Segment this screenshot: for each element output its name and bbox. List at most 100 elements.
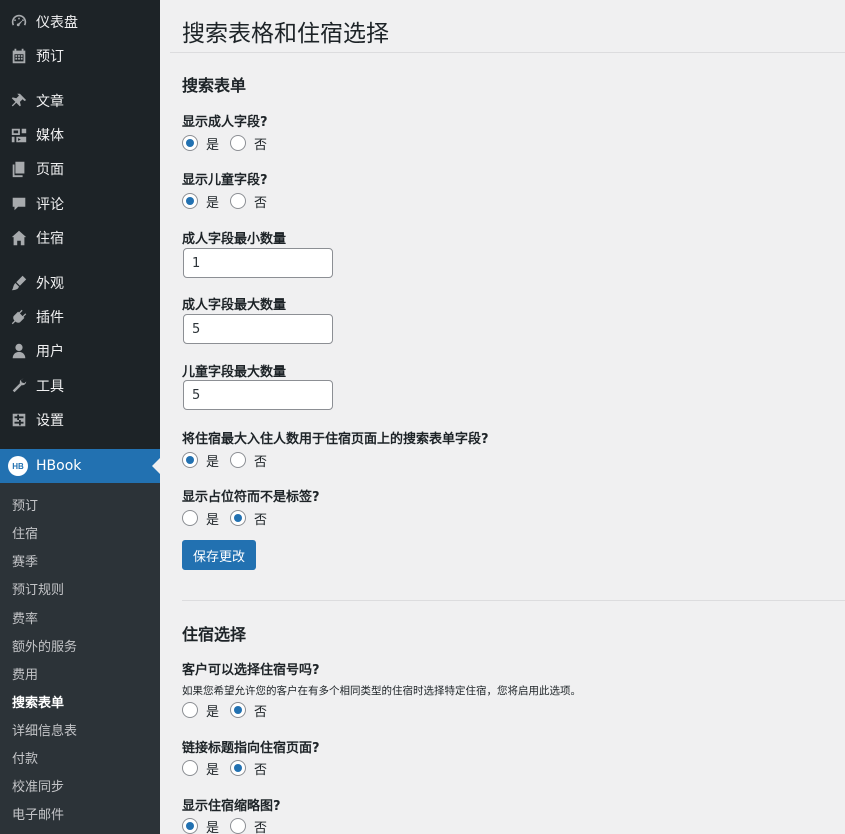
admin-sidebar: 仪表盘 预订 文章 媒体 页面 评论 住宿 外观 插件 用户 工具 设置 HB … (0, 0, 160, 834)
show-children-radio-group: 是 否 (182, 192, 278, 211)
page-title: 搜索表格和住宿选择 (182, 21, 389, 47)
show-thumbnail-radio-group: 是 否 (182, 817, 278, 834)
pin-icon (0, 92, 36, 110)
menu-item-appearance[interactable]: 外观 (0, 266, 160, 300)
submenu-item-search-form[interactable]: 搜索表单 (12, 692, 64, 711)
adults-max-input[interactable] (183, 314, 333, 344)
hbook-logo-icon: HB (8, 456, 28, 476)
submenu-item-payment[interactable]: 付款 (12, 748, 38, 767)
link-title-label: 链接标题指向住宿页面? (182, 741, 320, 756)
menu-item-label: 仪表盘 (36, 15, 78, 31)
menu-item-label: 设置 (36, 413, 64, 429)
radio-label-yes: 是 (206, 512, 220, 528)
show-adults-yes-radio[interactable] (182, 135, 198, 151)
menu-item-label: 文章 (36, 94, 64, 110)
menu-item-label: 用户 (36, 344, 64, 360)
select-number-radio-group: 是 否 (182, 701, 278, 720)
placeholders-radio-group: 是 否 (182, 509, 278, 528)
submenu-item-details-form[interactable]: 详细信息表 (12, 720, 77, 739)
menu-item-users[interactable]: 用户 (0, 334, 160, 368)
link-title-yes-radio[interactable] (182, 760, 198, 776)
menu-item-settings[interactable]: 设置 (0, 403, 160, 437)
adults-min-input[interactable] (183, 248, 333, 278)
menu-item-label: 插件 (36, 310, 64, 326)
select-number-yes-radio[interactable] (182, 702, 198, 718)
menu-item-label: 评论 (36, 197, 64, 213)
menu-item-media[interactable]: 媒体 (0, 118, 160, 152)
menu-item-pages[interactable]: 页面 (0, 152, 160, 186)
menu-item-bookings[interactable]: 预订 (0, 39, 160, 73)
menu-item-posts[interactable]: 文章 (0, 84, 160, 118)
radio-label-yes: 是 (206, 195, 220, 211)
section-divider (182, 600, 845, 601)
plugin-icon (0, 308, 36, 326)
max-occupancy-yes-radio[interactable] (182, 452, 198, 468)
radio-label-no: 否 (254, 762, 268, 778)
select-number-no-radio[interactable] (230, 702, 247, 718)
comment-icon (0, 195, 36, 213)
page-icon (0, 160, 36, 178)
children-max-label: 儿童字段最大数量 (182, 365, 287, 380)
show-adults-radio-group: 是 否 (182, 134, 278, 153)
radio-label-yes: 是 (206, 454, 220, 470)
radio-label-yes: 是 (206, 137, 220, 153)
submenu-item-booking-rules[interactable]: 预订规则 (12, 579, 64, 598)
link-title-no-radio[interactable] (230, 760, 247, 776)
submenu-item-seasons[interactable]: 赛季 (12, 551, 38, 570)
show-children-no-radio[interactable] (230, 193, 247, 209)
menu-item-plugins[interactable]: 插件 (0, 300, 160, 334)
menu-item-label: 媒体 (36, 128, 64, 144)
menu-item-comments[interactable]: 评论 (0, 187, 160, 221)
menu-item-dashboard[interactable]: 仪表盘 (0, 5, 160, 39)
submenu-item-bookings[interactable]: 预订 (12, 495, 38, 514)
save-changes-button[interactable]: 保存更改 (182, 540, 256, 570)
radio-label-yes: 是 (206, 820, 220, 834)
menu-item-label: 外观 (36, 276, 64, 292)
max-occupancy-no-radio[interactable] (230, 452, 247, 468)
menu-item-label: 工具 (36, 379, 64, 395)
submenu-item-ical-sync[interactable]: 校准同步 (12, 776, 64, 795)
link-title-radio-group: 是 否 (182, 759, 278, 778)
hbook-submenu: 预订 住宿 赛季 预订规则 费率 额外的服务 费用 搜索表单 详细信息表 付款 … (0, 483, 160, 834)
title-divider (170, 52, 845, 53)
radio-label-no: 否 (254, 820, 268, 834)
menu-item-label: 页面 (36, 162, 64, 178)
show-thumbnail-no-radio[interactable] (230, 818, 247, 834)
submenu-item-accommodation[interactable]: 住宿 (12, 523, 38, 542)
radio-label-no: 否 (254, 195, 268, 211)
brush-icon (0, 274, 36, 292)
submenu-item-extra-services[interactable]: 额外的服务 (12, 636, 77, 655)
show-adults-label: 显示成人字段? (182, 115, 268, 130)
placeholders-no-radio[interactable] (230, 510, 247, 526)
show-thumbnail-label: 显示住宿缩略图? (182, 799, 281, 814)
show-children-label: 显示儿童字段? (182, 173, 268, 188)
radio-label-yes: 是 (206, 704, 220, 720)
radio-label-no: 否 (254, 704, 268, 720)
home-icon (0, 229, 36, 247)
menu-item-hbook[interactable]: HB HBook (0, 449, 160, 483)
section-title-accommodation-selection: 住宿选择 (182, 625, 247, 644)
wrench-icon (0, 377, 36, 395)
max-occupancy-label: 将住宿最大入住人数用于住宿页面上的搜索表单字段? (182, 432, 489, 447)
placeholders-yes-radio[interactable] (182, 510, 198, 526)
adults-max-label: 成人字段最大数量 (182, 298, 287, 313)
submenu-item-fees[interactable]: 费用 (12, 664, 38, 683)
menu-item-accommodation[interactable]: 住宿 (0, 221, 160, 255)
submenu-item-rates[interactable]: 费率 (12, 608, 38, 627)
show-adults-no-radio[interactable] (230, 135, 247, 151)
dashboard-icon (0, 13, 36, 31)
media-icon (0, 126, 36, 144)
radio-label-no: 否 (254, 512, 268, 528)
show-children-yes-radio[interactable] (182, 193, 198, 209)
menu-item-tools[interactable]: 工具 (0, 369, 160, 403)
section-title-search-form: 搜索表单 (182, 76, 247, 95)
settings-icon (0, 411, 36, 429)
menu-item-label: 住宿 (36, 231, 64, 247)
radio-label-no: 否 (254, 137, 268, 153)
menu-item-label: HBook (36, 458, 82, 474)
menu-item-label: 预订 (36, 49, 64, 65)
children-max-input[interactable] (183, 380, 333, 410)
radio-label-no: 否 (254, 454, 268, 470)
submenu-item-emails[interactable]: 电子邮件 (12, 804, 64, 823)
show-thumbnail-yes-radio[interactable] (182, 818, 198, 834)
